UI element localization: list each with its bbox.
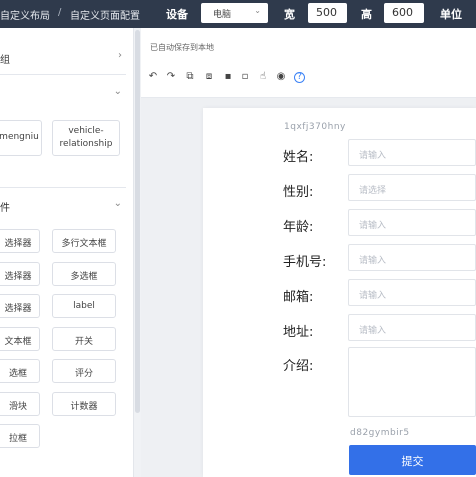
component-panel: 组 › ⌄ mengniu vehicle-relationship 件 ⌄ 选…: [0, 28, 134, 477]
name-field[interactable]: 请输入: [348, 139, 476, 166]
component-item[interactable]: 滑块: [0, 392, 40, 416]
device-select-value: 电脑: [213, 10, 232, 20]
component-item[interactable]: 多选框: [52, 262, 116, 286]
intro-textarea[interactable]: [348, 347, 476, 417]
unit-label: 单位: [440, 8, 462, 21]
email-label: 邮箱:: [283, 290, 314, 305]
component-item-vehicle-relationship[interactable]: vehicle-relationship: [52, 120, 120, 156]
component-item[interactable]: 评分: [52, 359, 116, 383]
age-label: 年龄:: [283, 220, 314, 235]
address-field[interactable]: 请输入: [348, 314, 476, 341]
chevron-down-icon: ⌄: [113, 198, 122, 209]
component-item[interactable]: 多行文本框: [52, 229, 116, 253]
component-item-mengniu[interactable]: mengniu: [0, 120, 42, 156]
section-title: 组: [0, 55, 10, 66]
component-item[interactable]: 选择器: [0, 229, 40, 253]
component-item[interactable]: 拉框: [0, 424, 40, 448]
width-input[interactable]: 500: [308, 3, 347, 23]
undo-icon[interactable]: ↶: [147, 71, 159, 82]
editor-toolbar: 已自动保存到本地 ↶ ↷ ⧉ ⧈ ▪ ▫ ☝ ◉ ?: [141, 28, 476, 98]
submit-button[interactable]: 提交: [349, 445, 476, 475]
paste-icon[interactable]: ⧈: [203, 71, 215, 82]
chevron-down-icon: ⌄: [254, 6, 261, 15]
intro-label: 介绍:: [283, 359, 314, 374]
panel-scrollbar[interactable]: [135, 30, 140, 413]
email-field[interactable]: 请输入: [348, 279, 476, 306]
lock-icon[interactable]: ▪: [222, 71, 234, 82]
section-header-3[interactable]: 件 ⌄: [0, 196, 126, 216]
gender-label: 性别:: [283, 185, 314, 200]
breadcrumb-custom-layout[interactable]: 自定义布局: [0, 7, 50, 22]
device-label: 设备: [166, 8, 188, 21]
device-select[interactable]: 电脑 ⌄: [201, 3, 268, 23]
gender-select[interactable]: 请选择: [348, 174, 476, 201]
breadcrumb-page-config: 自定义页面配置: [70, 11, 140, 22]
section-header-2[interactable]: ⌄: [0, 84, 126, 104]
chevron-right-icon: ›: [118, 50, 122, 61]
eye-icon[interactable]: ◉: [275, 71, 287, 82]
chevron-down-icon: ⌄: [113, 86, 122, 97]
form-id-bottom: d82gymbir5: [350, 428, 410, 438]
component-item[interactable]: 选择器: [0, 262, 40, 286]
component-item[interactable]: 文本框: [0, 327, 40, 351]
width-label: 宽: [284, 8, 295, 21]
top-header-bar: 自定义布局 / 自定义页面配置 设备 电脑 ⌄ 宽 500 高 600 单位: [0, 0, 476, 28]
help-icon[interactable]: ?: [294, 72, 305, 83]
phone-field[interactable]: 请输入: [348, 244, 476, 271]
unlock-icon[interactable]: ▫: [239, 71, 251, 82]
divider: [0, 187, 126, 188]
divider: [0, 74, 126, 75]
breadcrumb-separator: /: [58, 7, 62, 18]
component-item[interactable]: label: [52, 294, 116, 318]
address-label: 地址:: [283, 325, 314, 340]
redo-icon[interactable]: ↷: [165, 71, 177, 82]
section-title: 件: [0, 203, 10, 214]
height-label: 高: [361, 8, 372, 21]
form-id-top: 1qxfj370hny: [284, 122, 346, 132]
autosave-status: 已自动保存到本地: [150, 43, 214, 52]
phone-label: 手机号:: [283, 255, 327, 270]
component-item[interactable]: 选择器: [0, 294, 40, 318]
thumb-icon[interactable]: ☝: [257, 71, 269, 82]
height-input[interactable]: 600: [384, 3, 424, 23]
copy-icon[interactable]: ⧉: [184, 71, 196, 82]
component-item[interactable]: 开关: [52, 327, 116, 351]
component-item[interactable]: 计数器: [52, 392, 116, 416]
section-header-1[interactable]: 组 ›: [0, 48, 126, 68]
component-item[interactable]: 选框: [0, 359, 40, 383]
age-field[interactable]: 请输入: [348, 209, 476, 236]
name-label: 姓名:: [283, 150, 314, 165]
